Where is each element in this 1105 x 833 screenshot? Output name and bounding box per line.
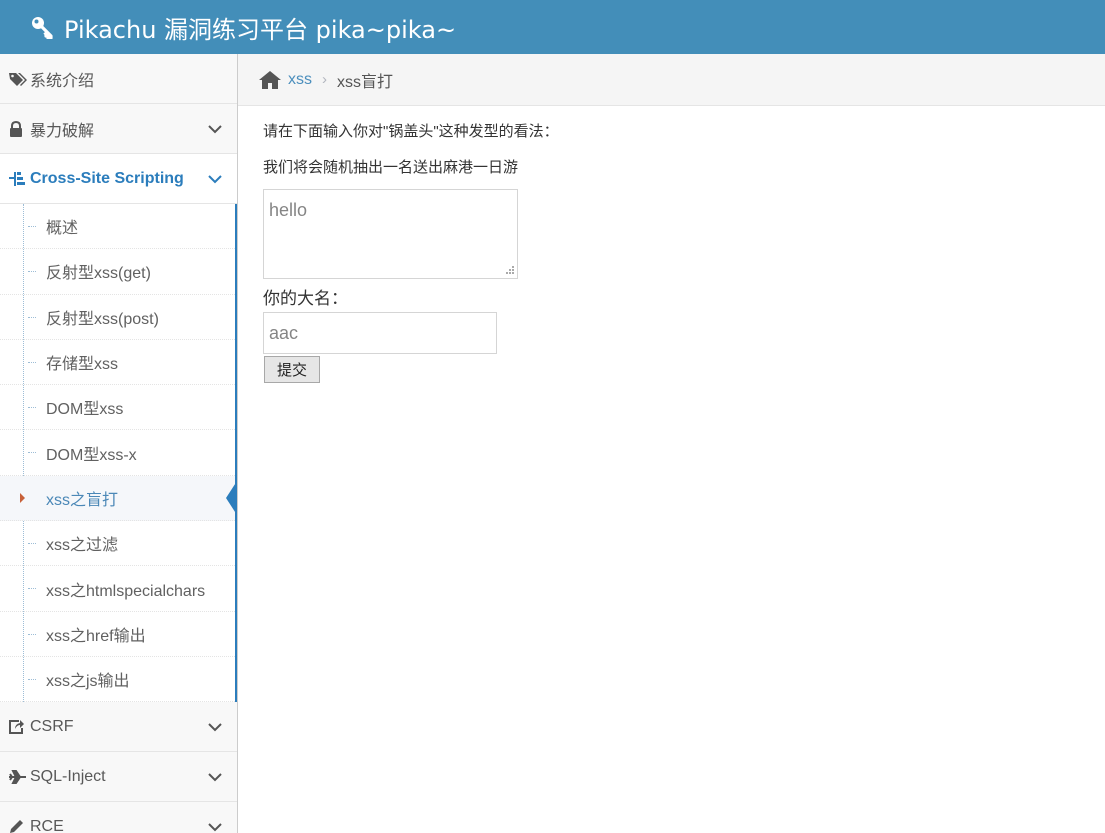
sidebar-item-label: RCE: [30, 817, 64, 833]
submenu-item-label: xss之href输出: [46, 627, 146, 645]
top-navbar: Pikachu 漏洞练习平台 pika~pika~: [0, 0, 1105, 54]
resize-grip-icon[interactable]: [503, 263, 515, 275]
submenu-item-label: xss之盲打: [46, 491, 119, 509]
submenu-item-href-output[interactable]: xss之href输出: [0, 612, 235, 657]
submenu-item-label: 反射型xss(get): [46, 265, 151, 283]
xss-submenu: 概述 反射型xss(get) 反射型xss(post) 存储型xss DOM型x…: [0, 204, 237, 703]
form-note: 我们将会随机抽出一名送出麻港一日游: [263, 159, 519, 176]
submenu-item-htmlspecialchars[interactable]: xss之htmlspecialchars: [0, 566, 235, 612]
chevron-down-icon: [208, 175, 222, 184]
sidebar-item-label: 系统介绍: [30, 72, 95, 90]
submenu-item-label: 反射型xss(post): [46, 310, 159, 328]
name-input[interactable]: [263, 312, 497, 354]
sidebar-item-label: Cross-Site Scripting: [30, 169, 184, 187]
tags-icon: [8, 71, 28, 87]
sidebar: 系统介绍 暴力破解 Cross-Site Scripting 概述 反射型xss…: [0, 54, 238, 833]
submenu-item-label: 概述: [46, 220, 79, 238]
sidebar-item-rce[interactable]: RCE: [0, 802, 237, 833]
lock-icon: [8, 120, 28, 137]
submenu-item-js-output[interactable]: xss之js输出: [0, 657, 235, 703]
submenu-item-blind[interactable]: xss之盲打: [0, 475, 237, 522]
message-textarea[interactable]: hello: [263, 189, 518, 279]
app-title[interactable]: Pikachu 漏洞练习平台 pika~pika~: [64, 10, 456, 45]
form-prompt: 请在下面输入你对"锅盖头"这种发型的看法：: [263, 123, 559, 140]
sidebar-item-label: CSRF: [30, 717, 74, 735]
breadcrumb-current: xss盲打: [337, 73, 394, 91]
share-square-icon: [8, 719, 28, 735]
sidebar-item-brute-force[interactable]: 暴力破解: [0, 104, 237, 154]
submenu-item-dom-x[interactable]: DOM型xss-x: [0, 430, 235, 476]
breadcrumb-link-xss[interactable]: xss: [288, 71, 312, 89]
submenu-item-label: DOM型xss-x: [46, 446, 137, 464]
submenu-item-label: DOM型xss: [46, 401, 124, 419]
name-label: 你的大名：: [263, 289, 348, 308]
chevron-down-icon: [208, 773, 222, 782]
submenu-item-label: xss之过滤: [46, 537, 119, 555]
sidebar-item-label: 暴力破解: [30, 122, 95, 140]
submenu-item-label: 存储型xss: [46, 356, 119, 374]
submenu-item-overview[interactable]: 概述: [0, 204, 235, 250]
sitemap-icon: [8, 171, 28, 187]
sidebar-item-label: SQL-Inject: [30, 767, 106, 785]
sidebar-item-sql-inject[interactable]: SQL-Inject: [0, 752, 237, 803]
sidebar-item-intro[interactable]: 系统介绍: [0, 54, 237, 104]
chevron-down-icon: [208, 823, 222, 832]
key-icon: [30, 14, 56, 40]
chevron-down-icon: [208, 125, 222, 134]
submenu-item-dom[interactable]: DOM型xss: [0, 385, 235, 431]
submenu-item-filter[interactable]: xss之过滤: [0, 521, 235, 567]
sidebar-item-xss[interactable]: Cross-Site Scripting: [0, 154, 237, 204]
submit-button[interactable]: 提交: [264, 356, 320, 383]
submenu-item-label: xss之js输出: [46, 673, 130, 691]
submenu-item-label: xss之htmlspecialchars: [46, 582, 206, 600]
submenu-item-stored[interactable]: 存储型xss: [0, 340, 235, 386]
submenu-item-reflected-get[interactable]: 反射型xss(get): [0, 249, 235, 295]
sidebar-item-csrf[interactable]: CSRF: [0, 702, 237, 753]
breadcrumb: xss › xss盲打: [238, 54, 1105, 106]
active-pointer: [226, 480, 237, 515]
home-icon[interactable]: [258, 70, 282, 90]
pencil-icon: [8, 819, 28, 833]
plane-icon: [8, 769, 28, 785]
caret-right-icon: [20, 492, 25, 503]
chevron-down-icon: [208, 723, 222, 732]
submenu-item-reflected-post[interactable]: 反射型xss(post): [0, 295, 235, 340]
breadcrumb-separator: ›: [322, 71, 327, 88]
